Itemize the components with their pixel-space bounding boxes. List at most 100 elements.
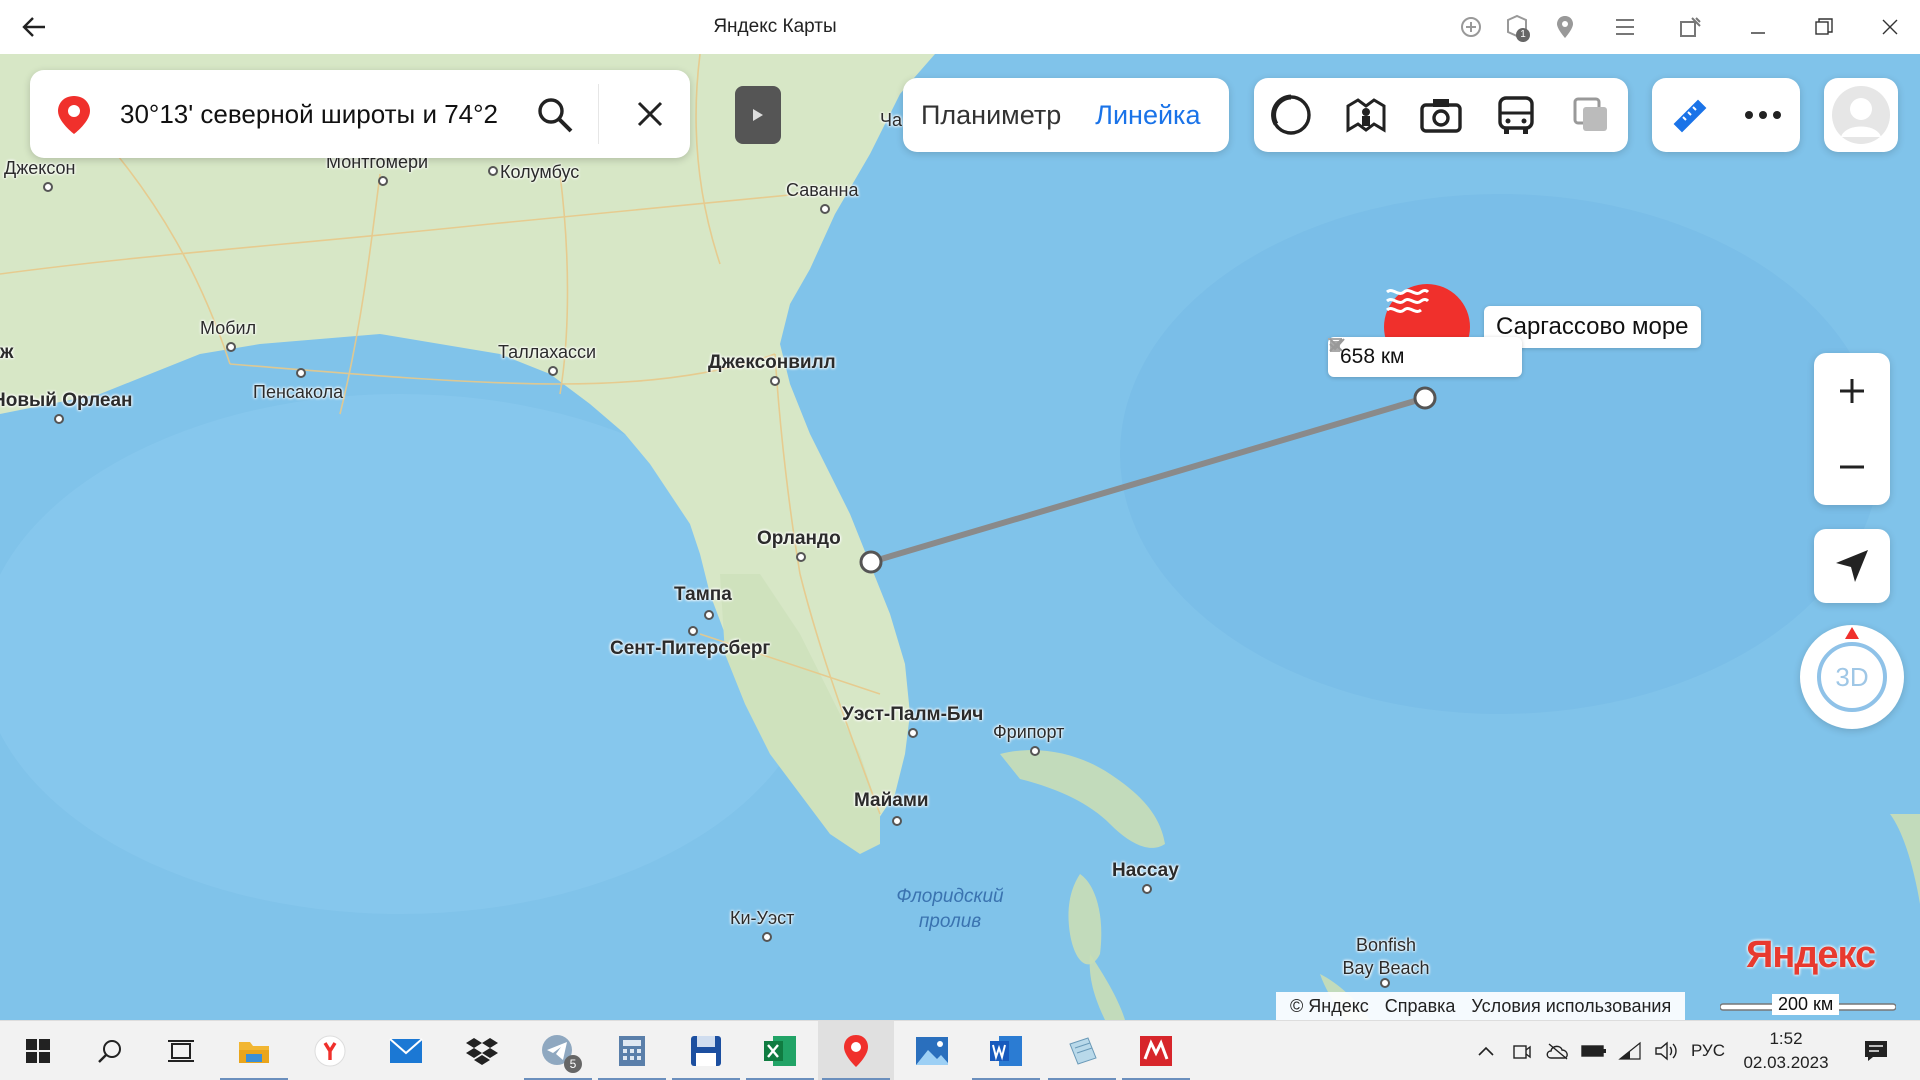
taskbar-clock[interactable]: 1:52 02.03.2023: [1736, 1027, 1836, 1075]
tray-battery-button[interactable]: [1576, 1021, 1612, 1080]
more-button[interactable]: [1726, 78, 1800, 152]
telegram-app[interactable]: 5: [520, 1021, 596, 1080]
city-dot: [54, 414, 64, 424]
clear-search-button[interactable]: [628, 92, 672, 136]
compass-3d-button[interactable]: 3D: [1800, 625, 1904, 729]
layers-icon: [1573, 97, 1607, 131]
tray-volume-button[interactable]: [1648, 1021, 1684, 1080]
ruler-start-point[interactable]: [859, 550, 883, 574]
clock-date: 02.03.2023: [1743, 1053, 1829, 1072]
city-label: Новый Орлеан: [0, 390, 133, 411]
city-label: Сент-Питерсберг: [610, 638, 771, 659]
word-app[interactable]: [968, 1021, 1044, 1080]
camera-icon: [1513, 1045, 1531, 1059]
title-bar: Яндекс Карты 1: [0, 0, 1920, 54]
mail-app[interactable]: [368, 1021, 444, 1080]
clock-time: 1:52: [1769, 1029, 1803, 1048]
city-label: ж: [0, 342, 14, 363]
calculator-app[interactable]: [594, 1021, 670, 1080]
transport-button[interactable]: [1478, 78, 1553, 152]
my-location-button[interactable]: [1814, 529, 1890, 603]
close-window-button[interactable]: [1858, 0, 1920, 54]
city-label: Нассау: [1112, 860, 1179, 881]
photos-button[interactable]: [1404, 78, 1479, 152]
notifications-button[interactable]: 1: [1496, 10, 1538, 44]
plus-icon: [1840, 379, 1864, 403]
tray-meet-button[interactable]: [1504, 1021, 1540, 1080]
calculator-icon: [619, 1036, 645, 1066]
location-pin-icon: [1557, 16, 1573, 38]
city-dot: [488, 166, 498, 176]
excel-app[interactable]: [742, 1021, 818, 1080]
help-link[interactable]: Справка: [1385, 996, 1456, 1017]
yandex-maps-app[interactable]: [818, 1021, 894, 1080]
city-dot: [796, 552, 806, 562]
ruler-distance: 658 км: [1340, 345, 1405, 368]
word-icon: [990, 1036, 1022, 1066]
layers-button[interactable]: [1553, 78, 1628, 152]
city-label: Орландо: [757, 528, 841, 549]
tray-wifi-button[interactable]: [1612, 1021, 1648, 1080]
city-dot: [378, 176, 388, 186]
app-logo-icon: [1140, 1036, 1172, 1066]
ruler-button[interactable]: [1652, 78, 1726, 152]
search-input[interactable]: 30°13' северной широты и 74°2: [120, 99, 540, 130]
photos-app[interactable]: [894, 1021, 970, 1080]
copyright-text: © Яндекс: [1290, 995, 1369, 1016]
zoom-out-button[interactable]: [1814, 429, 1890, 505]
close-icon: [637, 101, 663, 127]
city-dot: [1142, 884, 1152, 894]
city-label: Джексонвилл: [708, 352, 836, 373]
yandex-browser-app[interactable]: [292, 1021, 368, 1080]
notepad-icon: [1069, 1037, 1097, 1065]
image-icon: [916, 1037, 948, 1065]
task-view-button[interactable]: [144, 1021, 220, 1080]
file-explorer-app[interactable]: [216, 1021, 292, 1080]
red-app[interactable]: [1118, 1021, 1194, 1080]
city-dot: [704, 610, 714, 620]
city-label: Майами: [854, 790, 929, 811]
city-label: Колумбус: [500, 162, 580, 182]
window-title: Яндекс Карты: [713, 16, 837, 37]
city-dot: [762, 932, 772, 942]
tab-ruler[interactable]: Линейка: [1079, 100, 1218, 131]
city-label: Ча: [880, 110, 903, 130]
notes-app[interactable]: [1044, 1021, 1120, 1080]
map-tools-panel: [1254, 78, 1628, 152]
panorama-button[interactable]: [1329, 78, 1404, 152]
settings-button[interactable]: [1670, 10, 1712, 44]
tray-expand-button[interactable]: [1468, 1021, 1504, 1080]
zoom-in-button[interactable]: [1814, 353, 1890, 429]
add-place-button[interactable]: [1450, 10, 1492, 44]
minimize-button[interactable]: [1726, 0, 1790, 54]
dropbox-app[interactable]: [444, 1021, 520, 1080]
start-button[interactable]: [0, 1021, 76, 1080]
action-center-button[interactable]: [1846, 1021, 1906, 1080]
tab-planimeter[interactable]: Планиметр: [903, 100, 1079, 131]
city-label: Джексон: [4, 158, 76, 178]
city-dot: [770, 376, 780, 386]
location-pin-icon: [844, 1035, 868, 1067]
traffic-button[interactable]: [1254, 78, 1329, 152]
map-footer: © Яндекс Справка Условия использования: [1276, 992, 1686, 1020]
panorama-icon: [1346, 98, 1386, 133]
maximize-button[interactable]: [1792, 0, 1856, 54]
terms-link[interactable]: Условия использования: [1471, 996, 1671, 1017]
ruler-end-point[interactable]: [1413, 386, 1437, 410]
tray-language-button[interactable]: РУС: [1684, 1021, 1732, 1080]
collapse-panel-button[interactable]: [735, 86, 781, 144]
menu-button[interactable]: [1604, 10, 1646, 44]
taskbar-search-button[interactable]: [72, 1021, 148, 1080]
notifications-badge: 1: [1516, 28, 1530, 42]
add-place-icon: [1461, 17, 1481, 37]
ruler-distance-popup: 658 км: [1328, 337, 1522, 377]
map-canvas[interactable]: Джексон Монтгомери Колумбус Саванна Моби…: [0, 54, 1920, 1020]
places-button[interactable]: [1544, 10, 1586, 44]
bus-icon: [1498, 96, 1534, 134]
city-label: Ки-Уэст: [730, 908, 795, 928]
tray-onedrive-button[interactable]: [1540, 1021, 1576, 1080]
search-button[interactable]: [530, 90, 580, 140]
profile-button[interactable]: [1824, 78, 1898, 152]
save-app[interactable]: [668, 1021, 744, 1080]
yandex-browser-icon: [314, 1035, 346, 1067]
